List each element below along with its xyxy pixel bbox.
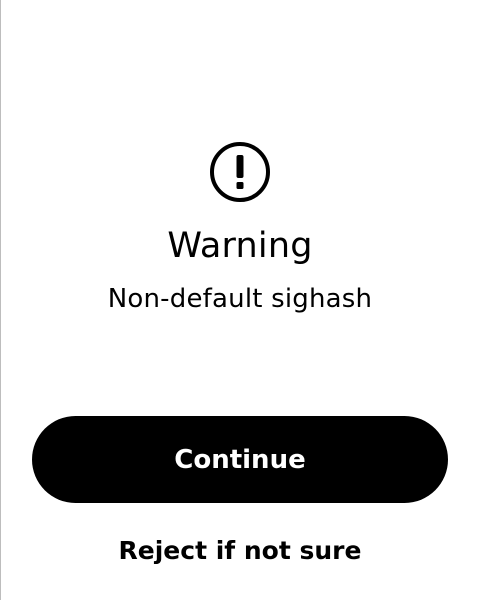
reject-button[interactable]: Reject if not sure [0,533,480,569]
warning-title: Warning [167,226,313,266]
exclamation-circle-icon [210,142,270,202]
continue-button[interactable]: Continue [32,416,448,503]
warning-message: Non-default sighash [107,284,373,314]
